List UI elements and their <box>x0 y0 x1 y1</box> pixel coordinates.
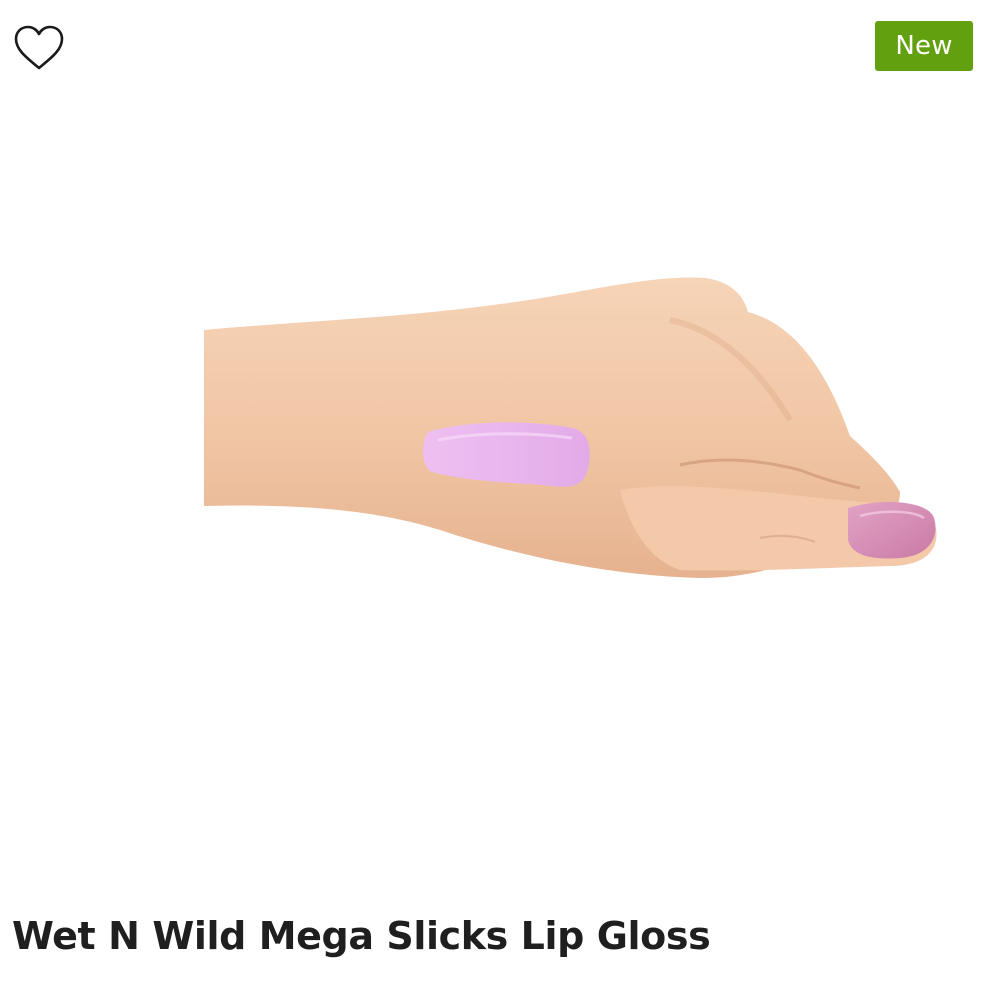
new-badge: New <box>875 21 973 71</box>
heart-outline-icon <box>14 25 64 70</box>
wishlist-button[interactable] <box>12 24 66 72</box>
product-title[interactable]: Wet N Wild Mega Slicks Lip Gloss <box>12 910 972 962</box>
hand-swatch-image <box>204 277 937 578</box>
product-image[interactable] <box>200 260 950 590</box>
product-card: New Wet N Wild Mega Slicks Lip Gloss <box>0 0 1000 1000</box>
